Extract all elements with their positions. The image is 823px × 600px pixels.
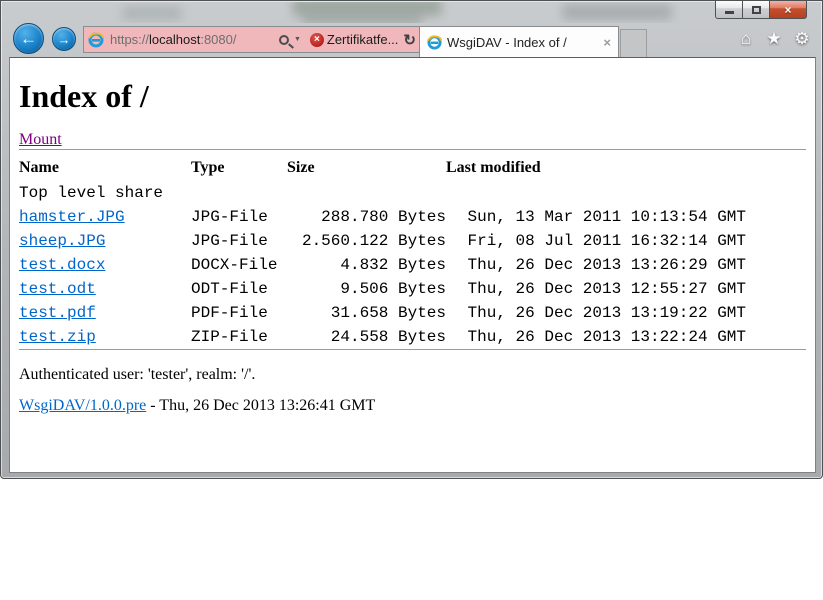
search-icon[interactable]: [279, 35, 289, 45]
file-size: 4.832 Bytes: [287, 253, 446, 277]
screenshot-stage: × ← → https://localhost:8080/ ▼ × Zertif…: [0, 0, 823, 600]
table-row: test.pdf PDF-File 31.658 Bytes Thu, 26 D…: [19, 301, 746, 325]
col-header-modified: Last modified: [446, 155, 746, 181]
file-modified: Thu, 26 Dec 2013 13:19:22 GMT: [446, 301, 746, 325]
file-type: JPG-File: [191, 205, 287, 229]
tab-title: WsgiDAV - Index of /: [447, 35, 598, 50]
certificate-error-label[interactable]: Zertifikatfe...: [327, 32, 399, 47]
file-table: Name Type Size Last modified Top level s…: [19, 155, 746, 349]
tab-close-icon[interactable]: ×: [603, 35, 611, 50]
gear-settings-icon[interactable]: ⚙: [792, 29, 812, 49]
server-signature: WsgiDAV/1.0.0.pre - Thu, 26 Dec 2013 13:…: [19, 397, 806, 415]
browser-navbar: ← → https://localhost:8080/ ▼ × Zertifik…: [9, 23, 816, 57]
file-link[interactable]: sheep.JPG: [19, 232, 105, 250]
file-modified: Fri, 08 Jul 2011 16:32:14 GMT: [446, 229, 746, 253]
address-bar[interactable]: https://localhost:8080/ ▼ × Zertifikatfe…: [83, 26, 421, 53]
divider: [19, 149, 806, 150]
page-title: Index of /: [19, 78, 806, 115]
url-port: :8080/: [200, 32, 236, 47]
browser-toolbar-icons: ⌂ ★ ⚙: [736, 29, 812, 49]
authenticated-user-text: Authenticated user: 'tester', realm: '/'…: [19, 366, 806, 384]
share-note: Top level share: [19, 181, 746, 205]
file-size: 24.558 Bytes: [287, 325, 446, 349]
minimize-button[interactable]: [715, 1, 743, 19]
file-link[interactable]: test.pdf: [19, 304, 96, 322]
file-size: 9.506 Bytes: [287, 277, 446, 301]
file-link[interactable]: test.odt: [19, 280, 96, 298]
file-type: DOCX-File: [191, 253, 287, 277]
file-link[interactable]: test.docx: [19, 256, 105, 274]
file-link[interactable]: test.zip: [19, 328, 96, 346]
col-header-type: Type: [191, 155, 287, 181]
glass-blur-decoration: [302, 12, 422, 23]
file-size: 288.780 Bytes: [287, 205, 446, 229]
file-type: ZIP-File: [191, 325, 287, 349]
ie-logo-icon: [88, 32, 104, 48]
star-favorites-icon[interactable]: ★: [764, 29, 784, 49]
file-modified: Thu, 26 Dec 2013 13:22:24 GMT: [446, 325, 746, 349]
window-titlebar[interactable]: [2, 2, 821, 23]
maximize-icon: [752, 6, 761, 14]
url-scheme: https://: [110, 32, 149, 47]
certificate-error-icon[interactable]: ×: [310, 33, 324, 47]
server-date: - Thu, 26 Dec 2013 13:26:41 GMT: [146, 397, 375, 414]
back-icon: ←: [20, 29, 37, 49]
divider: [19, 349, 806, 350]
mount-link[interactable]: Mount: [19, 131, 62, 148]
table-row: test.docx DOCX-File 4.832 Bytes Thu, 26 …: [19, 253, 746, 277]
col-header-size: Size: [287, 155, 446, 181]
tab-wsgidav[interactable]: WsgiDAV - Index of / ×: [419, 26, 619, 57]
table-row: sheep.JPG JPG-File 2.560.122 Bytes Fri, …: [19, 229, 746, 253]
file-size: 31.658 Bytes: [287, 301, 446, 325]
server-version-link[interactable]: WsgiDAV/1.0.0.pre: [19, 397, 146, 414]
file-type: JPG-File: [191, 229, 287, 253]
col-header-name: Name: [19, 155, 191, 181]
close-window-button[interactable]: ×: [769, 1, 807, 19]
table-row: test.odt ODT-File 9.506 Bytes Thu, 26 De…: [19, 277, 746, 301]
forward-icon: →: [58, 32, 71, 47]
page-viewport: Index of / Mount Name Type Size Last mod…: [9, 57, 816, 473]
file-modified: Thu, 26 Dec 2013 12:55:27 GMT: [446, 277, 746, 301]
file-type: PDF-File: [191, 301, 287, 325]
table-header-row: Name Type Size Last modified: [19, 155, 746, 181]
refresh-icon[interactable]: ↻: [403, 31, 416, 49]
file-type: ODT-File: [191, 277, 287, 301]
file-modified: Thu, 26 Dec 2013 13:26:29 GMT: [446, 253, 746, 277]
file-size: 2.560.122 Bytes: [287, 229, 446, 253]
close-icon: ×: [784, 3, 791, 17]
table-note-row: Top level share: [19, 181, 746, 205]
url-host: localhost: [149, 32, 200, 47]
table-row: test.zip ZIP-File 24.558 Bytes Thu, 26 D…: [19, 325, 746, 349]
table-row: hamster.JPG JPG-File 288.780 Bytes Sun, …: [19, 205, 746, 229]
window-controls: ×: [716, 1, 807, 19]
forward-button[interactable]: →: [52, 27, 76, 51]
url-text: https://localhost:8080/: [110, 32, 237, 47]
back-button[interactable]: ←: [13, 23, 44, 54]
cert-x-glyph: ×: [314, 34, 320, 45]
maximize-button[interactable]: [742, 1, 770, 19]
home-icon[interactable]: ⌂: [736, 29, 756, 49]
file-link[interactable]: hamster.JPG: [19, 208, 125, 226]
file-modified: Sun, 13 Mar 2011 10:13:54 GMT: [446, 205, 746, 229]
ie-logo-icon: [427, 35, 442, 50]
page-content: Index of / Mount Name Type Size Last mod…: [10, 78, 815, 415]
browser-window: × ← → https://localhost:8080/ ▼ × Zertif…: [0, 0, 823, 479]
glass-blur-decoration: [122, 6, 182, 20]
minimize-icon: [725, 11, 734, 14]
chevron-down-icon[interactable]: ▼: [294, 36, 301, 43]
new-tab-button[interactable]: [620, 29, 647, 57]
glass-blur-decoration: [562, 4, 672, 20]
